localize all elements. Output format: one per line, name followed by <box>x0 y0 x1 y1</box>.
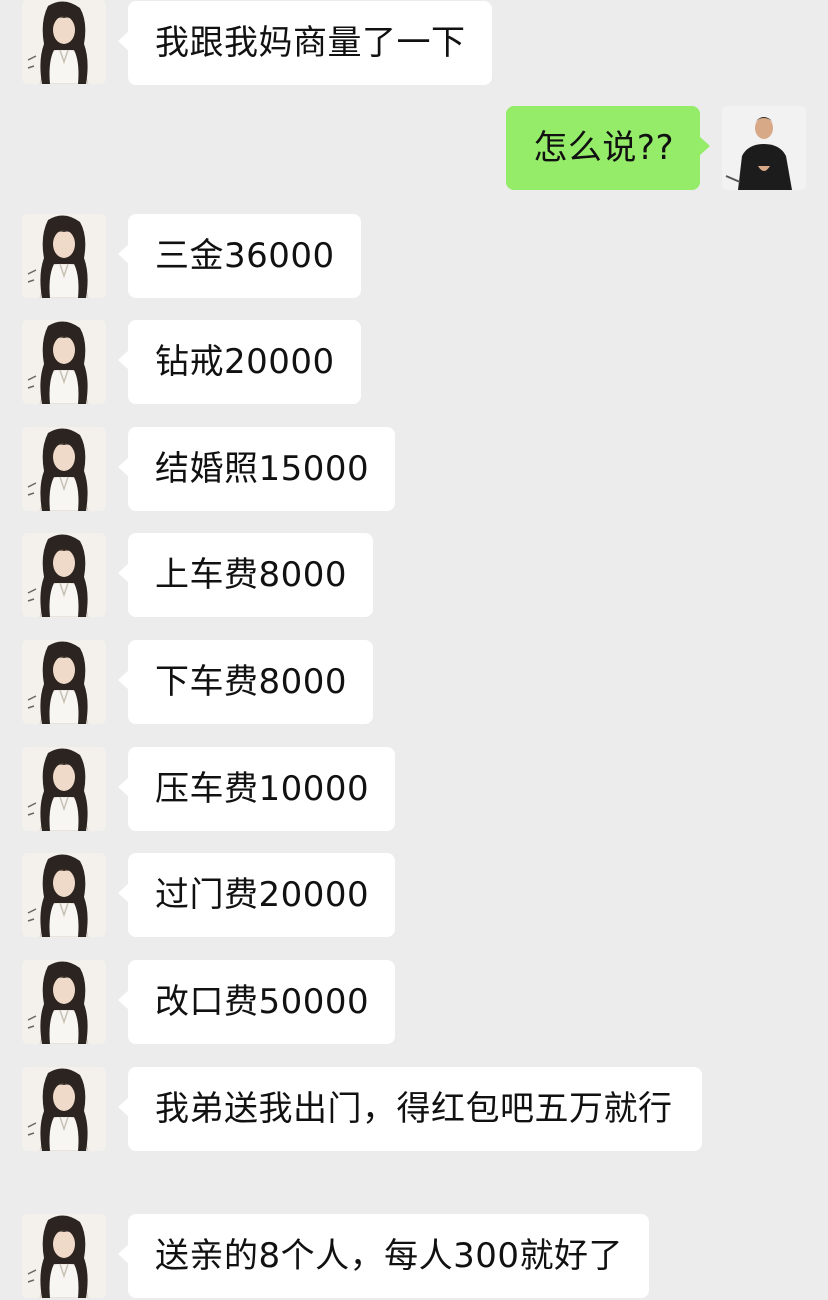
female-avatar[interactable] <box>22 0 106 84</box>
message-bubble[interactable]: 我跟我妈商量了一下 <box>118 1 492 85</box>
message-bubble[interactable]: 钻戒20000 <box>118 320 361 404</box>
message-bubble[interactable]: 改口费50000 <box>117 960 396 1044</box>
message-bubble[interactable]: 我弟送我出门，得红包吧五万就行 <box>118 1067 702 1151</box>
message-bubble[interactable]: 过门费20000 <box>117 853 396 937</box>
male-avatar[interactable] <box>722 106 806 190</box>
female-avatar[interactable] <box>22 1214 106 1298</box>
message-bubble[interactable]: 结婚照15000 <box>117 427 396 511</box>
chat-history[interactable]: 我跟我妈商量了一下 怎么说?? 三金36000 钻戒20000 结婚照15000… <box>0 0 828 1300</box>
female-avatar[interactable] <box>22 960 106 1044</box>
female-avatar[interactable] <box>22 214 106 298</box>
message-bubble[interactable]: 怎么说?? <box>506 106 710 190</box>
female-avatar[interactable] <box>22 427 106 511</box>
female-avatar[interactable] <box>22 1067 106 1151</box>
female-avatar[interactable] <box>22 853 106 937</box>
message-bubble[interactable]: 送亲的8个人，每人300就好了 <box>117 1214 650 1298</box>
message-bubble[interactable]: 压车费10000 <box>117 747 396 831</box>
female-avatar[interactable] <box>22 640 106 724</box>
female-avatar[interactable] <box>22 533 106 617</box>
message-bubble[interactable]: 三金36000 <box>118 214 361 298</box>
message-bubble[interactable]: 上车费8000 <box>117 533 374 617</box>
female-avatar[interactable] <box>22 320 106 404</box>
message-bubble[interactable]: 下车费8000 <box>117 640 374 724</box>
female-avatar[interactable] <box>22 747 106 831</box>
